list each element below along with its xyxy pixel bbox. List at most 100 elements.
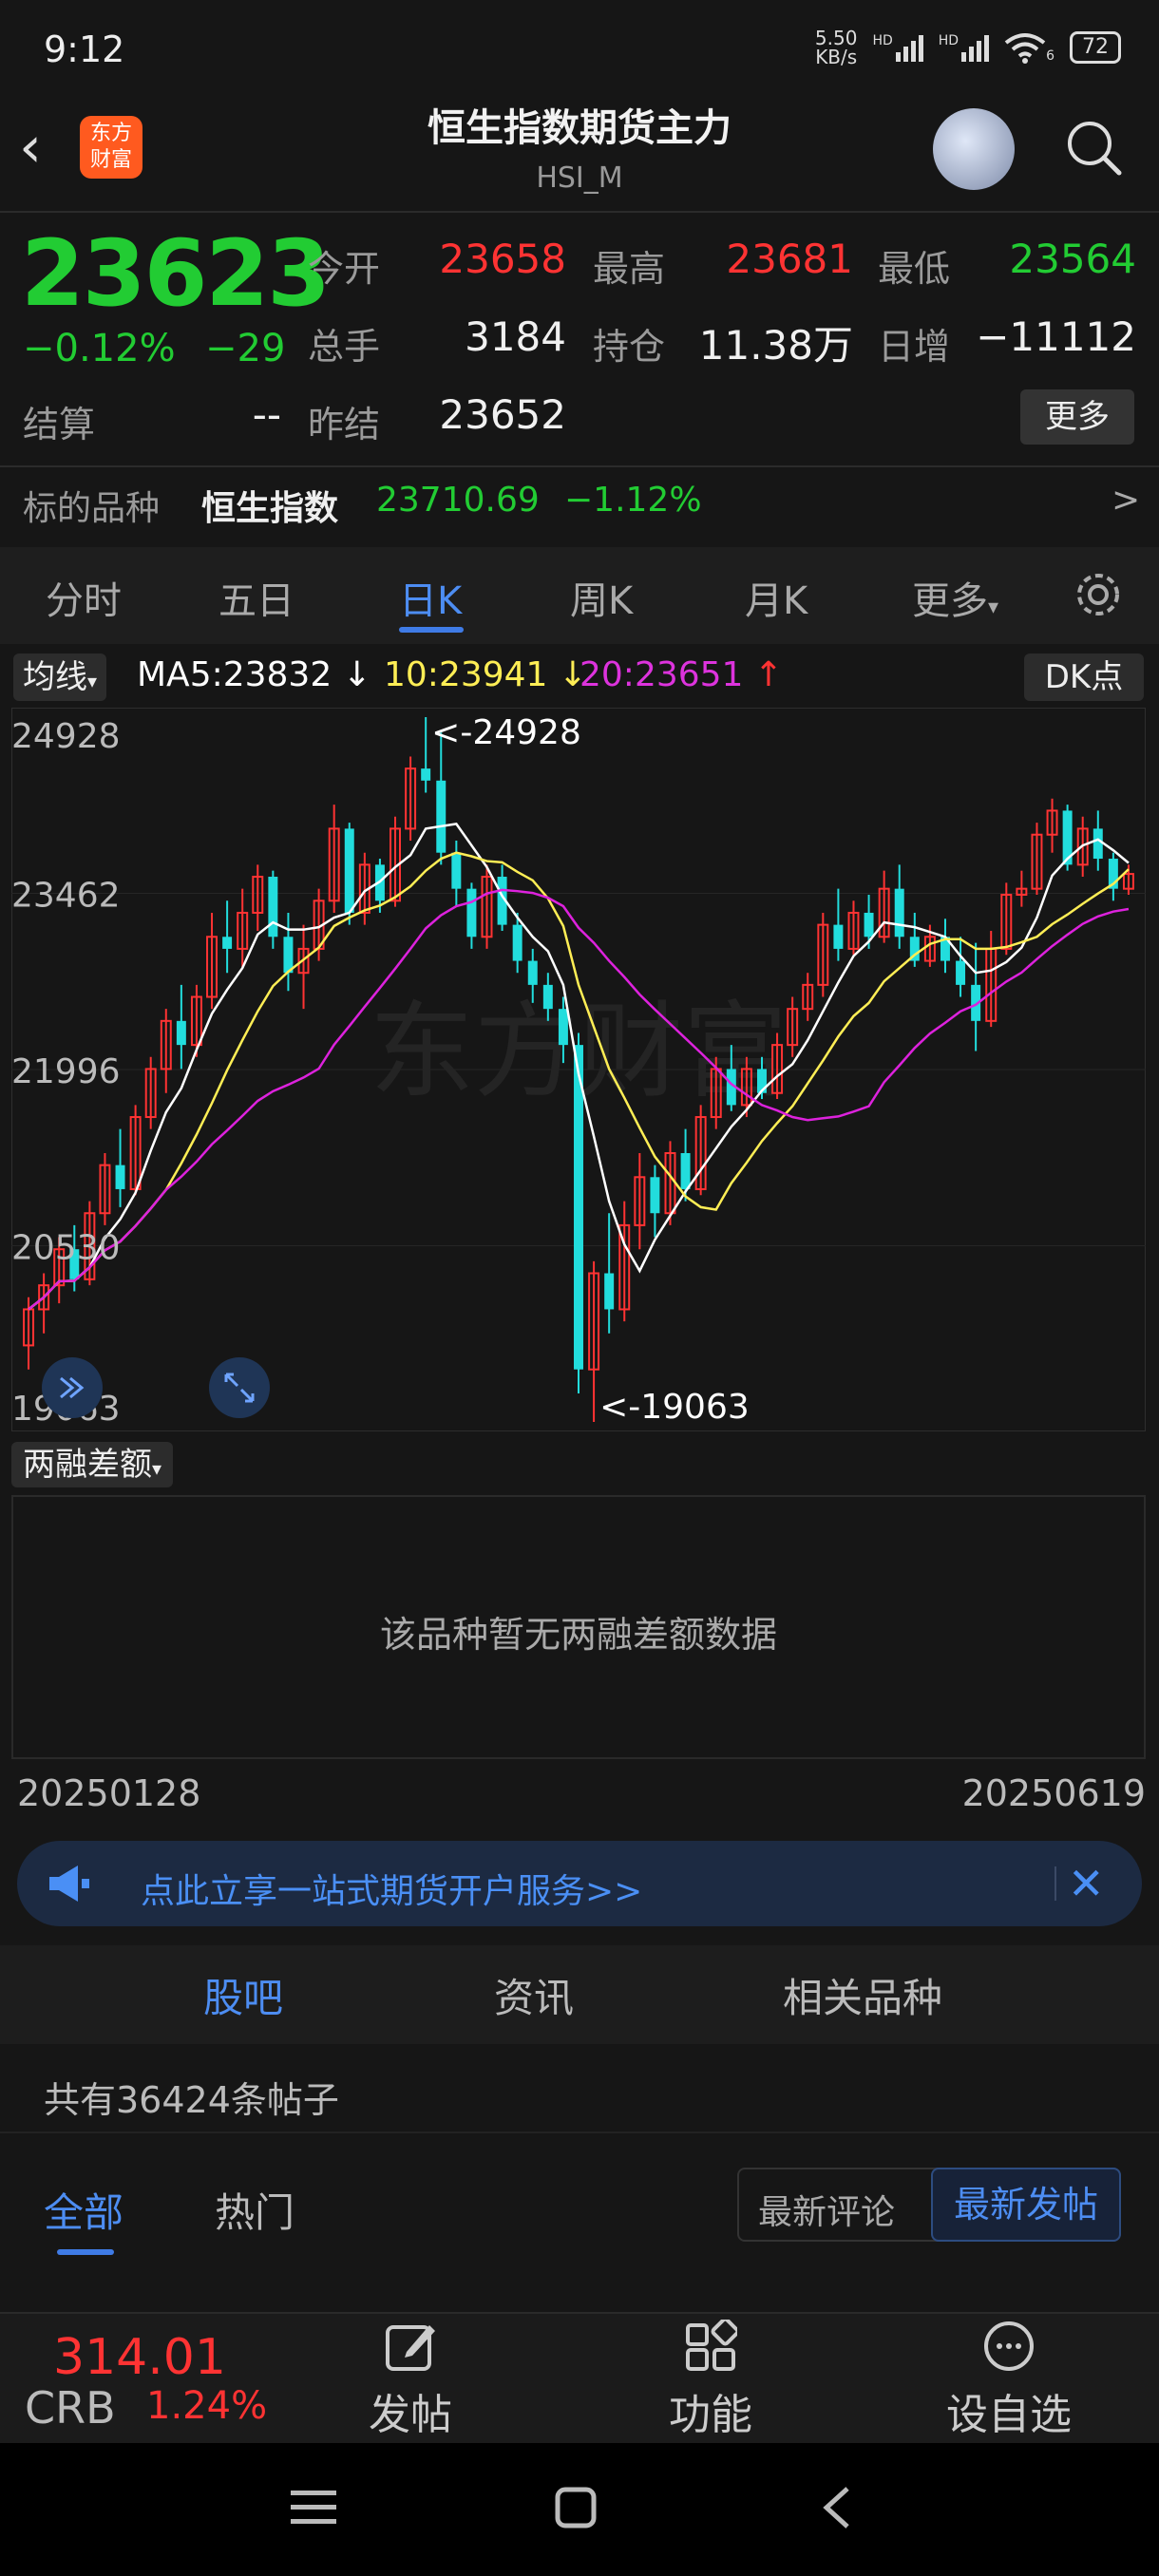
- prev-settle-value: 23652: [439, 391, 566, 438]
- candle-body: [451, 852, 462, 889]
- high-label: 最高: [593, 248, 666, 290]
- functions-button[interactable]: 功能: [635, 2320, 787, 2441]
- tab-daily-k[interactable]: 日K: [399, 570, 462, 625]
- content-tab-bar: [0, 1945, 1159, 2044]
- search-icon[interactable]: [1064, 118, 1123, 177]
- candle-body: [833, 924, 844, 949]
- assistant-robot-icon[interactable]: [933, 108, 1015, 190]
- filter-hot[interactable]: 热门: [215, 2181, 294, 2239]
- y-tick-label: 24928: [11, 717, 121, 756]
- ticker-value[interactable]: 314.01: [53, 2329, 226, 2386]
- ticker-name[interactable]: CRB: [25, 2382, 116, 2434]
- caret-down-icon: ▾: [152, 1457, 162, 1480]
- tab-news[interactable]: 资讯: [494, 1966, 574, 2024]
- volume-label: 总手: [308, 326, 381, 368]
- sort-latest-comment[interactable]: 最新评论: [758, 2185, 895, 2234]
- tab-intraday[interactable]: 分时: [46, 570, 122, 625]
- post-button[interactable]: 发帖: [334, 2320, 486, 2441]
- active-filter-indicator: [57, 2249, 114, 2255]
- more-dots-icon: [984, 2321, 1034, 2371]
- caret-down-icon: ▾: [87, 670, 98, 692]
- change-percent: −0.12%: [23, 327, 176, 370]
- candle-body: [466, 888, 477, 938]
- candle-body: [894, 888, 904, 938]
- candle-body: [436, 780, 446, 853]
- candle-body: [283, 937, 294, 974]
- grid-icon: [686, 2320, 737, 2371]
- sort-latest-post[interactable]: 最新发帖: [931, 2168, 1121, 2242]
- prev-settle-label: 昨结: [308, 404, 381, 445]
- candle-body: [176, 1020, 186, 1046]
- candle-body: [956, 960, 966, 985]
- candlestick-chart[interactable]: 东方财富2492823462219962053019063<-24928<-19…: [11, 708, 1146, 1431]
- promo-banner-text[interactable]: 点此立享一站式期货开户服务>>: [141, 1864, 642, 1913]
- last-price: 23623: [21, 220, 331, 327]
- megaphone-icon: [46, 1860, 93, 1911]
- min-price-label: <-19063: [599, 1388, 750, 1427]
- ma20-value: 20:23651 ↑: [580, 655, 784, 694]
- edit-icon: [386, 2325, 435, 2371]
- fullscreen-icon[interactable]: [209, 1357, 270, 1418]
- tab-monthly-k[interactable]: 月K: [745, 570, 808, 625]
- filter-all[interactable]: 全部: [44, 2181, 124, 2239]
- divider: [0, 465, 1159, 467]
- daily-increase-value: −11112: [976, 313, 1136, 360]
- low-value: 23564: [1009, 236, 1136, 282]
- candle-body: [268, 877, 278, 938]
- max-price-label: <-24928: [431, 713, 581, 752]
- signal-icon: HD: [872, 33, 923, 62]
- network-speed: 5.50 KB/s: [814, 27, 858, 68]
- candle-body: [1092, 828, 1103, 860]
- tab-weekly-k[interactable]: 周K: [570, 570, 633, 625]
- candle-body: [574, 1045, 583, 1370]
- ma10-value: 10:23941 ↓: [384, 655, 588, 694]
- close-icon[interactable]: ✕: [1068, 1860, 1105, 1907]
- settle-label: 结算: [23, 404, 96, 445]
- volume-value: 3184: [465, 313, 566, 360]
- low-label: 最低: [878, 248, 951, 290]
- candle-body: [527, 960, 538, 985]
- chevron-right-icon[interactable]: >: [1112, 481, 1140, 520]
- tab-related[interactable]: 相关品种: [783, 1966, 942, 2024]
- candle-body: [344, 828, 354, 913]
- add-to-watchlist-button[interactable]: 设自选: [933, 2320, 1085, 2441]
- open-value: 23658: [439, 236, 566, 282]
- menu-icon[interactable]: [291, 2487, 336, 2532]
- candle-body: [421, 768, 431, 781]
- underlying-price: 23710.69: [376, 481, 540, 520]
- candle-body: [222, 937, 233, 949]
- daily-increase-label: 日增: [878, 326, 951, 368]
- candle-body: [115, 1165, 125, 1189]
- underlying-change: −1.12%: [564, 481, 702, 520]
- underlying-name[interactable]: 恒生指数: [201, 481, 338, 530]
- open-interest-label: 持仓: [593, 326, 666, 368]
- dk-point-button[interactable]: DK点: [1024, 653, 1144, 701]
- open-label: 今开: [308, 248, 381, 290]
- caret-down-icon: ▾: [988, 596, 999, 619]
- tab-more[interactable]: 更多▾: [912, 570, 998, 625]
- tab-forum[interactable]: 股吧: [203, 1966, 283, 2024]
- ma5-value: MA5:23832 ↓: [137, 655, 371, 694]
- candle-body: [558, 1009, 568, 1046]
- signal-icon-2: HD: [939, 33, 990, 62]
- y-tick-label: 20530: [11, 1229, 121, 1268]
- more-button[interactable]: 更多: [1020, 389, 1134, 445]
- ticker-change[interactable]: 1.24%: [146, 2384, 267, 2428]
- indicator-empty-text: 该品种暂无两融差额数据: [379, 1614, 777, 1656]
- y-tick-label: 21996: [11, 1052, 121, 1091]
- home-icon[interactable]: [555, 2487, 597, 2532]
- ma-selector[interactable]: 均线▾: [13, 653, 107, 701]
- status-icons: 5.50 KB/s HD HD 6 72: [815, 28, 1121, 66]
- candle-body: [864, 912, 874, 938]
- settings-gear-icon[interactable]: [1072, 568, 1125, 625]
- indicator-selector[interactable]: 两融差额▾: [11, 1442, 174, 1487]
- underlying-label: 标的品种: [23, 489, 161, 528]
- battery-icon: 72: [1070, 31, 1121, 64]
- tab-five-day[interactable]: 五日: [218, 570, 294, 625]
- candle-body: [542, 984, 553, 1010]
- wifi-icon: 6: [1004, 31, 1054, 64]
- back-icon[interactable]: [819, 2485, 853, 2534]
- open-interest-value: 11.38万: [698, 322, 853, 369]
- candle-body: [512, 924, 522, 961]
- divider: [0, 211, 1159, 213]
